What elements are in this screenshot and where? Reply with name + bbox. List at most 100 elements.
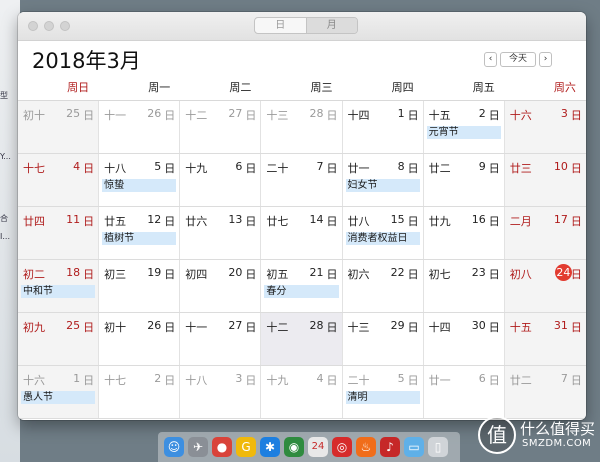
day-cell[interactable]: 廿五 12 日植树节 [99,207,181,259]
today-button[interactable]: 今天 [500,52,536,67]
day-cell[interactable]: 廿六 13 日 [180,207,262,259]
day-cell[interactable]: 初九 25 日 [18,313,100,365]
day-cell[interactable]: 初十 26 日 [99,313,181,365]
day-cell[interactable]: 十六 3 日 [504,101,586,153]
holiday-event[interactable]: 惊蛰 [102,179,177,192]
day-cell[interactable]: 十九 6 日 [180,154,262,206]
holiday-event[interactable]: 清明 [345,391,420,404]
day-cell[interactable]: 初二 18 日中和节 [18,260,100,312]
day-cell[interactable]: 十一 27 日 [180,313,262,365]
day-cell[interactable]: 十三 28 日 [261,101,343,153]
day-suffix: 日 [488,321,500,334]
day-suffix: 日 [164,374,176,387]
g-app-icon[interactable]: G [236,437,256,457]
day-cell[interactable]: 十八 3 日 [180,366,262,418]
day-cell[interactable]: 十七 4 日 [18,154,100,206]
day-cell[interactable]: 初四 20 日 [180,260,262,312]
launchpad-icon[interactable]: ✈ [188,437,208,457]
day-cell[interactable]: 十五 2 日元宵节 [424,101,505,153]
view-month-button[interactable]: 月 [305,18,357,33]
day-number: 7 [560,372,568,385]
lunar-date: 初二 [23,268,45,281]
week-row: 初二 18 日中和节 初三 19 日初四 20 日初五 21 日春分 初六 22 日初七 23 日初八 24 日 [18,260,586,313]
day-number: 28 [309,107,324,120]
day-cell[interactable]: 二十 5 日清明 [343,366,424,418]
folder-icon[interactable]: ▭ [404,437,424,457]
holiday-event[interactable]: 植树节 [102,232,177,245]
close-window-button[interactable] [28,21,38,31]
day-cell[interactable]: 十八 5 日惊蛰 [99,154,181,206]
desktop-label: 合 [0,214,8,223]
lunar-date: 十二 [266,321,289,334]
day-cell[interactable]: 廿二 9 日 [424,154,505,206]
weekday-label: 周五 [472,81,495,94]
day-cell[interactable]: 廿一 8 日妇女节 [343,154,424,206]
trash-icon[interactable]: ▯ [428,437,448,457]
red-app-icon[interactable]: ♪ [380,437,400,457]
holiday-event[interactable]: 消费者权益日 [345,232,420,245]
day-cell[interactable]: 廿九 16 日 [424,207,505,259]
lunar-date: 十三 [347,321,370,334]
holiday-event[interactable]: 春分 [264,285,339,298]
chrome-icon[interactable]: ● [212,437,232,457]
netease-music-icon[interactable]: ◎ [332,437,352,457]
holiday-event[interactable]: 元宵节 [426,126,501,139]
lunar-date: 初九 [23,321,45,334]
day-cell[interactable]: 初七 23 日 [424,260,505,312]
day-cell[interactable]: 二月 17 日 [504,207,586,259]
day-suffix: 日 [488,162,500,175]
lunar-date: 十九 [266,374,289,387]
lunar-date: 廿四 [23,215,45,228]
globe-icon[interactable]: ◉ [284,437,304,457]
day-suffix: 日 [83,321,95,334]
day-cell[interactable]: 初三 19 日 [99,260,181,312]
holiday-event[interactable]: 妇女节 [345,179,420,192]
day-cell[interactable]: 初五 21 日春分 [261,260,343,312]
day-suffix: 日 [488,215,500,228]
minimize-window-button[interactable] [44,21,54,31]
star-app-icon[interactable]: ✱ [260,437,280,457]
day-number: 22 [390,266,405,279]
day-cell[interactable]: 十四 1 日 [343,101,424,153]
day-cell[interactable]: 十五 31 日 [504,313,586,365]
lunar-date: 廿一 [428,374,451,387]
day-cell[interactable]: 十一 26 日 [99,101,181,153]
day-cell[interactable]: 十九 4 日 [261,366,343,418]
day-cell[interactable]: 廿七 14 日 [261,207,343,259]
day-suffix: 日 [570,162,582,175]
day-number: 12 [147,213,162,226]
day-suffix: 日 [570,109,582,122]
day-cell[interactable]: 十七 2 日 [99,366,181,418]
next-month-button[interactable]: › [539,52,552,67]
desktop-label: I... [0,232,10,241]
day-cell[interactable]: 十二 27 日 [180,101,262,153]
holiday-event[interactable]: 愚人节 [21,391,96,404]
day-cell[interactable]: 十六 1 日愚人节 [18,366,100,418]
day-cell[interactable]: 二十 7 日 [261,154,343,206]
previous-month-button[interactable]: ‹ [484,52,497,67]
day-cell[interactable]: 十三 29 日 [343,313,424,365]
day-cell[interactable]: 初十 25 日 [18,101,100,153]
flame-app-icon[interactable]: ♨ [356,437,376,457]
view-day-button[interactable]: 日 [255,18,306,33]
day-cell[interactable]: 十二 28 日 [261,313,343,365]
day-cell[interactable]: 廿八 15 日消费者权益日 [343,207,424,259]
watermark: 值 什么值得买 SMZDM.COM [478,410,600,462]
lunar-date: 廿三 [509,162,532,175]
lunar-date: 十五 [509,321,532,334]
day-cell[interactable]: 十四 30 日 [424,313,505,365]
day-cell[interactable]: 廿四 11 日 [18,207,100,259]
finder-icon[interactable]: ☺ [164,437,184,457]
holiday-event[interactable]: 中和节 [21,285,96,298]
lunar-date: 十六 [509,109,532,122]
title-bar[interactable]: 日 月 [18,12,586,41]
day-cell[interactable]: 初六 22 日 [343,260,424,312]
zoom-window-button[interactable] [60,21,70,31]
day-cell[interactable]: 初八 24 日 [504,260,586,312]
month-grid: 初十 25 日十一 26 日十二 27 日十三 28 日十四 1 日十五 2 日元宵节 十六 3 日十七 4 日十… [18,100,586,419]
day-suffix: 日 [164,162,176,175]
day-cell[interactable]: 廿三 10 日 [504,154,586,206]
day-number: 16 [471,213,486,226]
calendar-icon[interactable]: 24 [308,437,328,457]
lunar-date: 初三 [104,268,127,281]
